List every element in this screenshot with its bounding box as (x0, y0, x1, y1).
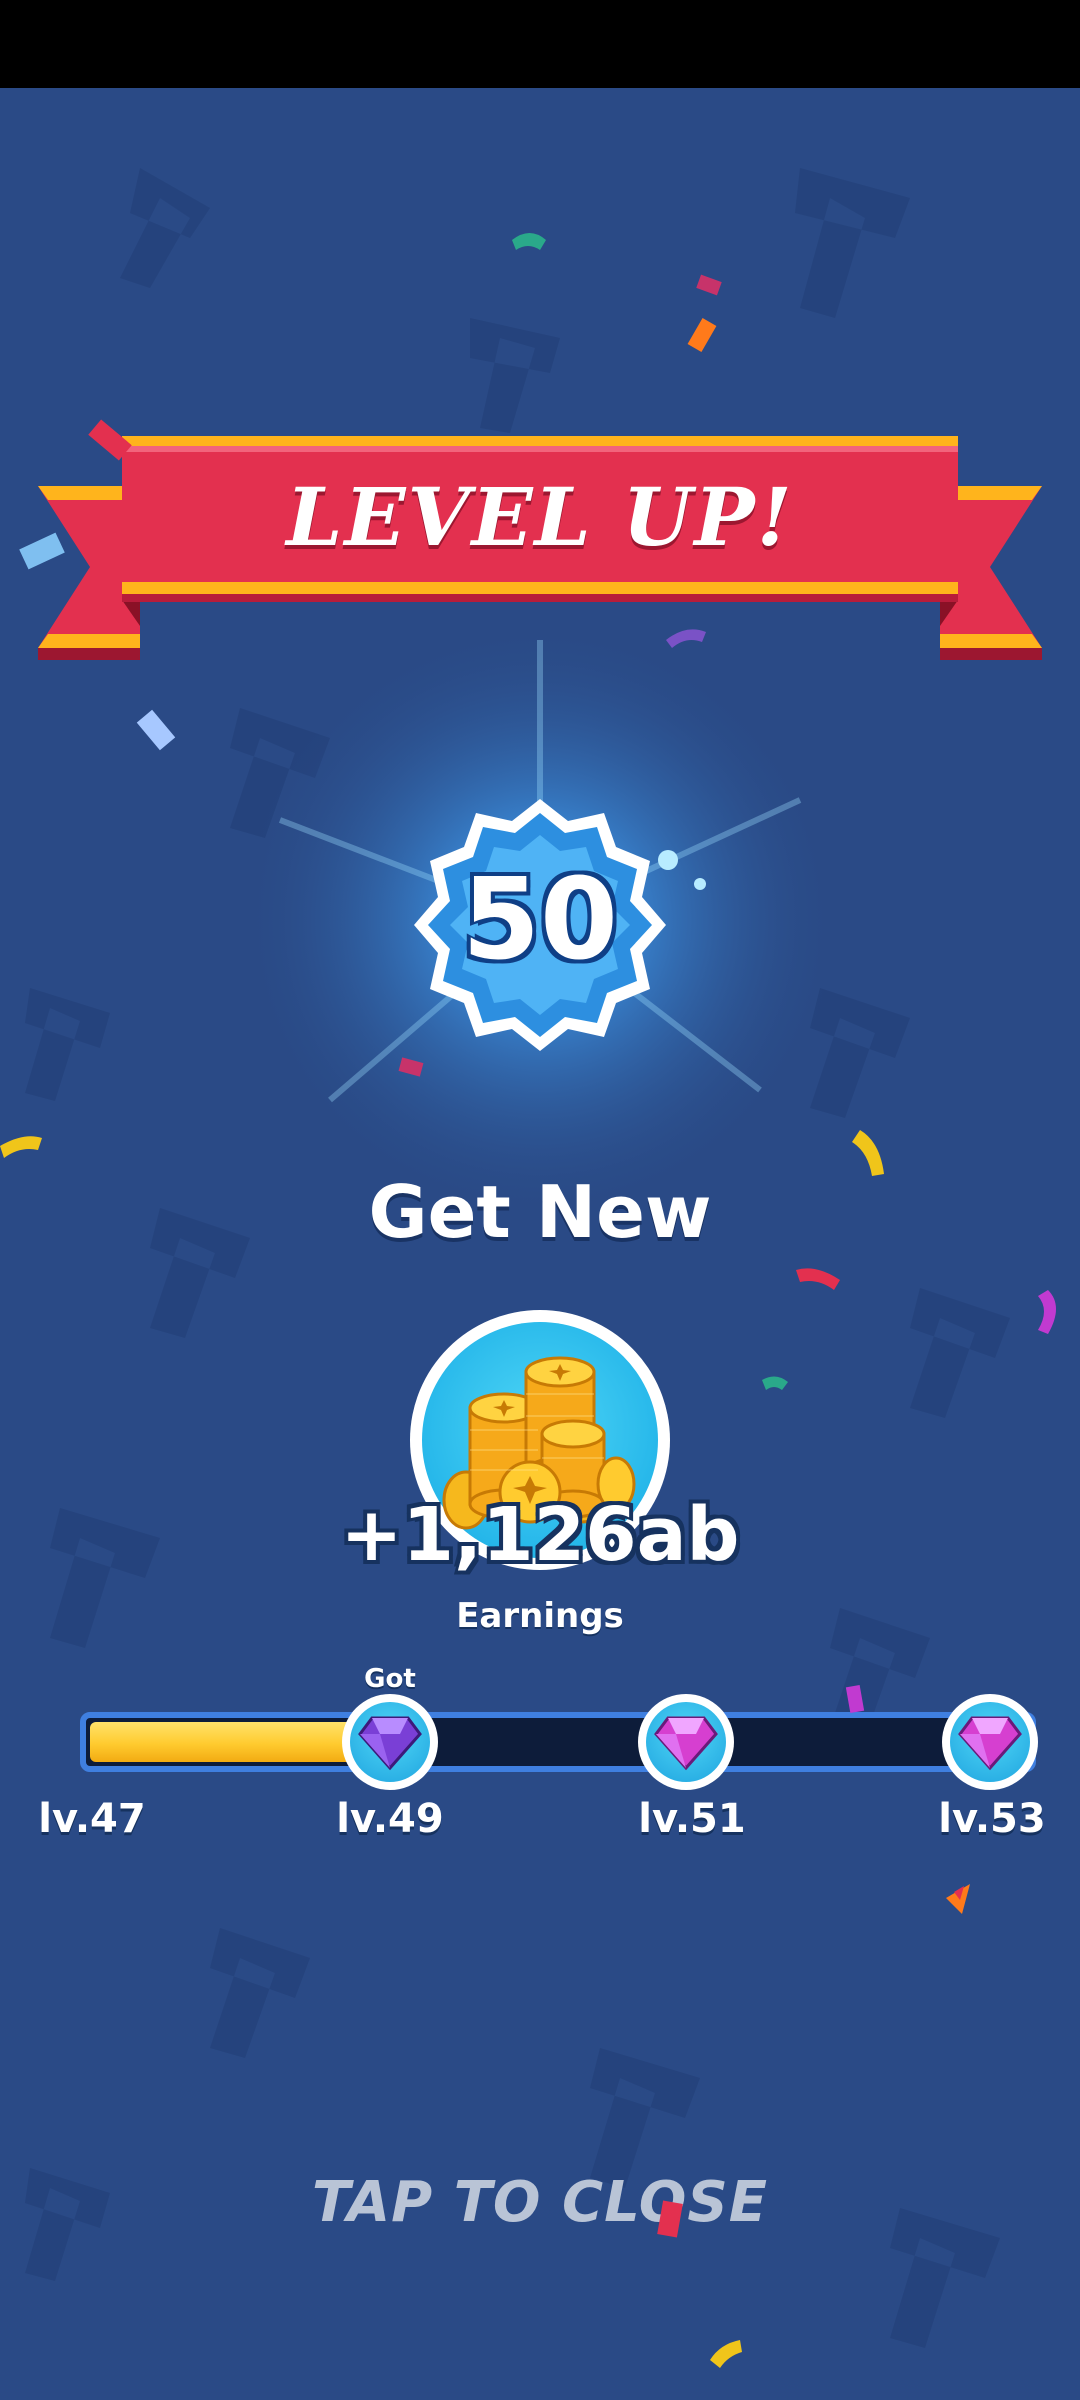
get-new-heading: Get New (368, 1170, 712, 1254)
milestone-level-label: lv.53 (938, 1796, 1046, 1842)
reward-amount: +1,126ab (340, 1492, 740, 1578)
level-number: 50 (462, 855, 618, 985)
milestone-got-label: Got (364, 1664, 416, 1694)
milestone-level-label: lv.47 (38, 1796, 146, 1842)
tap-to-close-button[interactable]: TAP TO CLOSE (0, 2170, 1080, 2235)
level-up-title: LEVEL UP! (286, 470, 794, 564)
milestone-level-label: lv.51 (638, 1796, 746, 1842)
purple-gem-icon (958, 1716, 1022, 1771)
milestone-gem-lv51 (638, 1694, 734, 1790)
milestone-level-label: lv.49 (336, 1796, 444, 1842)
purple-gem-icon (358, 1716, 422, 1771)
purple-gem-icon (654, 1716, 718, 1771)
milestone-gem-lv53 (942, 1694, 1038, 1790)
milestone-gem-lv49 (342, 1694, 438, 1790)
level-progress-bar (80, 1712, 1036, 1772)
status-bar (0, 0, 1080, 88)
reward-label: Earnings (456, 1596, 624, 1636)
